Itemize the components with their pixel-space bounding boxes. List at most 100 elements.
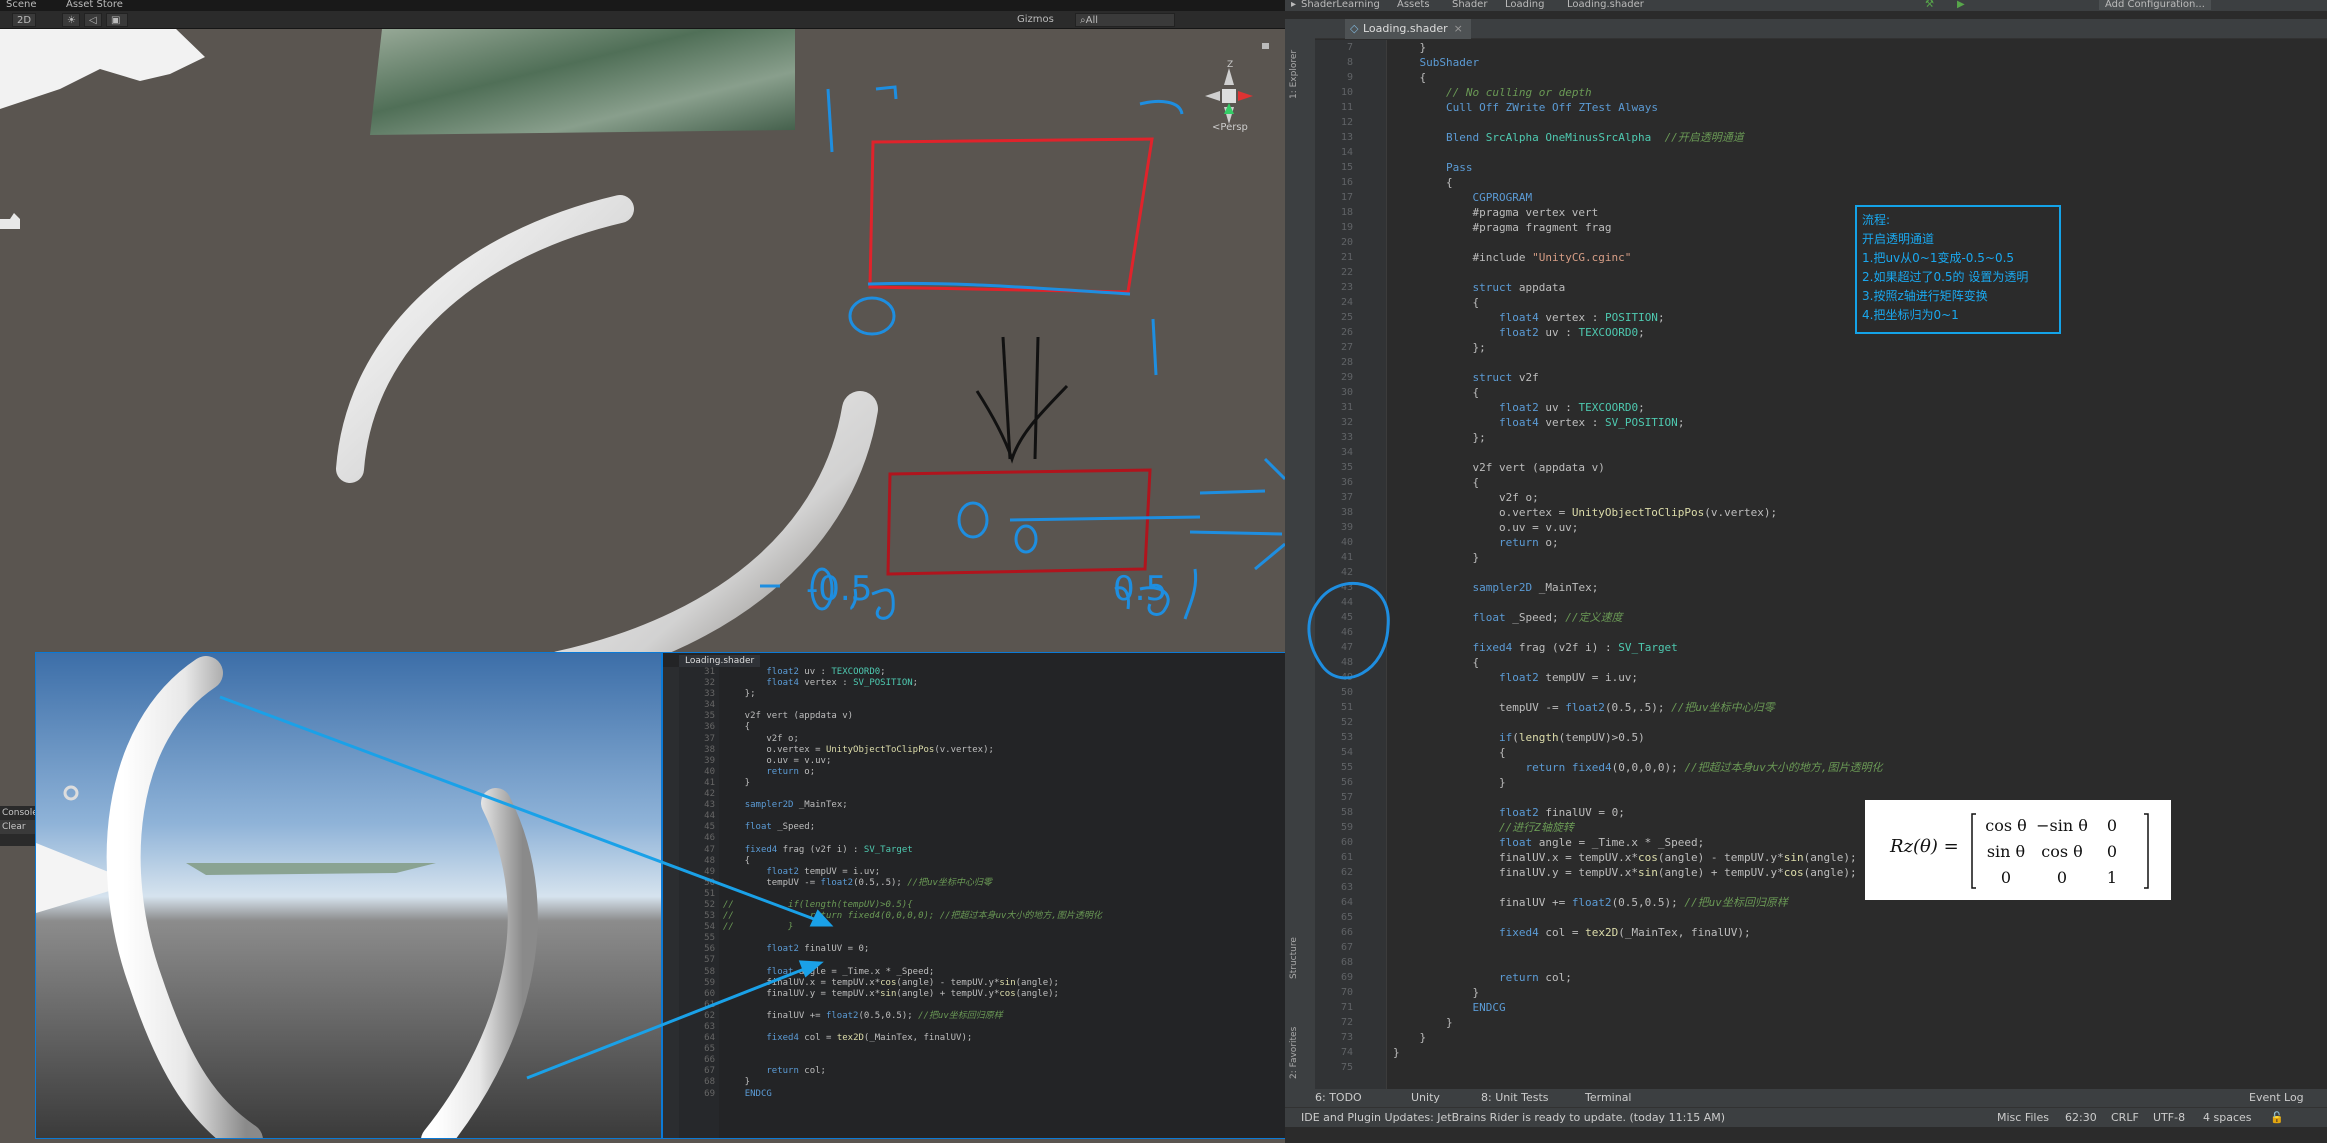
code-line[interactable] — [1393, 880, 2323, 895]
code-line[interactable]: Cull Off ZWrite Off ZTest Always — [1393, 100, 2323, 115]
terminal-tool-button[interactable]: Terminal — [1585, 1089, 1632, 1107]
code-line[interactable]: float angle = _Time.x * _Speed; — [1393, 835, 2323, 850]
breadcrumb-file[interactable]: Loading.shader — [1567, 0, 1644, 10]
code-line[interactable]: }; — [1393, 430, 2323, 445]
code-line[interactable]: { — [1393, 745, 2323, 760]
code-line[interactable] — [1393, 715, 2323, 730]
code-line[interactable]: float _Speed; //定义速度 — [1393, 610, 2323, 625]
favorites-tool-tab[interactable]: 2: Favorites — [1289, 1027, 1299, 1079]
code-line[interactable] — [1393, 145, 2323, 160]
status-caret-position[interactable]: 62:30 — [2065, 1108, 2097, 1128]
lock-icon[interactable] — [1262, 43, 1269, 49]
code-line[interactable]: v2f o; — [1393, 490, 2323, 505]
effects-dropdown-icon[interactable]: ▣ — [106, 13, 128, 27]
mini-code-text[interactable]: float2 uv : TEXCOORD0; float4 vertex : S… — [723, 667, 1102, 1100]
orientation-gizmo[interactable]: Z — [1205, 60, 1253, 124]
code-line[interactable]: { — [1393, 70, 2323, 85]
code-line[interactable] — [1393, 790, 2323, 805]
code-line[interactable]: Pass — [1393, 160, 2323, 175]
gizmos-dropdown[interactable]: Gizmos — [1013, 13, 1058, 27]
build-icon[interactable]: ⚒ — [1925, 0, 1934, 10]
code-editor[interactable]: } SubShader { // No culling or depth Cul… — [1393, 40, 2323, 1090]
code-line[interactable]: }; — [1393, 340, 2323, 355]
code-line[interactable]: ENDCG — [1393, 1000, 2323, 1015]
code-line[interactable]: { — [1393, 385, 2323, 400]
code-line[interactable]: tempUV -= float2(0.5,.5); //把uv坐标中心归零 — [1393, 700, 2323, 715]
code-line[interactable]: float2 tempUV = i.uv; — [1393, 670, 2323, 685]
explorer-tool-tab[interactable]: 1: Explorer — [1289, 50, 1299, 99]
code-line[interactable]: finalUV += float2(0.5,0.5); //把uv坐标回归原样 — [1393, 895, 2323, 910]
code-line[interactable] — [1393, 445, 2323, 460]
code-line[interactable]: { — [1393, 175, 2323, 190]
console-clear-button[interactable]: Clear — [0, 820, 36, 834]
code-line[interactable]: } — [1393, 550, 2323, 565]
breadcrumb-loading[interactable]: Loading — [1505, 0, 1544, 10]
breadcrumb-shader[interactable]: Shader — [1452, 0, 1487, 10]
code-line[interactable] — [1393, 910, 2323, 925]
tab-asset-store[interactable]: Asset Store — [60, 0, 129, 11]
run-icon[interactable]: ▶ — [1957, 0, 1965, 10]
code-line[interactable]: struct v2f — [1393, 370, 2323, 385]
status-message[interactable]: IDE and Plugin Updates: JetBrains Rider … — [1301, 1108, 1725, 1128]
code-line[interactable] — [1393, 355, 2323, 370]
code-line[interactable] — [1393, 1060, 2323, 1075]
todo-tool-button[interactable]: 6: TODO — [1315, 1089, 1362, 1107]
code-line[interactable]: finalUV.x = tempUV.x*cos(angle) - tempUV… — [1393, 850, 2323, 865]
code-line[interactable]: float2 uv : TEXCOORD0; — [1393, 400, 2323, 415]
code-line[interactable]: fixed4 frag (v2f i) : SV_Target — [1393, 640, 2323, 655]
status-misc-files[interactable]: Misc Files — [1997, 1108, 2049, 1128]
code-line[interactable]: } — [1393, 40, 2323, 55]
code-line[interactable]: finalUV.y = tempUV.x*sin(angle) + tempUV… — [1393, 865, 2323, 880]
status-encoding[interactable]: UTF-8 — [2153, 1108, 2185, 1128]
code-line[interactable] — [1393, 685, 2323, 700]
game-view[interactable] — [35, 652, 662, 1139]
lighting-toggle-icon[interactable]: ☀ — [62, 13, 80, 27]
breadcrumb-assets[interactable]: Assets — [1397, 0, 1430, 10]
structure-tool-tab[interactable]: Structure — [1289, 937, 1299, 979]
code-line[interactable]: float2 finalUV = 0; — [1393, 805, 2323, 820]
add-configuration-button[interactable]: Add Configuration... — [2099, 0, 2211, 10]
event-log-tool-button[interactable]: Event Log — [2249, 1089, 2304, 1107]
breadcrumb-project[interactable]: ShaderLearning — [1301, 0, 1380, 10]
code-line[interactable]: } — [1393, 1045, 2323, 1060]
code-line[interactable]: return o; — [1393, 535, 2323, 550]
code-line[interactable]: //进行Z轴旋转 — [1393, 820, 2323, 835]
code-line[interactable]: return col; — [1393, 970, 2323, 985]
code-line[interactable]: } — [1393, 1030, 2323, 1045]
code-line[interactable]: // No culling or depth — [1393, 85, 2323, 100]
close-tab-icon[interactable]: × — [1454, 22, 1463, 35]
code-line[interactable] — [1393, 955, 2323, 970]
code-line[interactable]: { — [1393, 655, 2323, 670]
code-line[interactable]: { — [1393, 475, 2323, 490]
tab-scene[interactable]: Scene — [0, 0, 43, 11]
code-line[interactable] — [1393, 115, 2323, 130]
code-line[interactable] — [1393, 625, 2323, 640]
scene-search-input[interactable]: ⌕All — [1075, 13, 1175, 27]
code-line[interactable]: SubShader — [1393, 55, 2323, 70]
code-line[interactable]: Blend SrcAlpha OneMinusSrcAlpha //开启透明通道 — [1393, 130, 2323, 145]
toggle-2d-button[interactable]: 2D — [12, 13, 37, 27]
code-line[interactable]: } — [1393, 1015, 2323, 1030]
code-line[interactable] — [1393, 565, 2323, 580]
status-indent[interactable]: 4 spaces — [2203, 1108, 2252, 1128]
code-line[interactable]: fixed4 col = tex2D(_MainTex, finalUV); — [1393, 925, 2323, 940]
code-line[interactable]: if(length(tempUV)>0.5) — [1393, 730, 2323, 745]
code-line[interactable]: } — [1393, 985, 2323, 1000]
unity-tool-button[interactable]: Unity — [1411, 1089, 1440, 1107]
projection-label[interactable]: <Persp — [1212, 122, 1248, 133]
code-line[interactable]: float4 vertex : SV_POSITION; — [1393, 415, 2323, 430]
code-line[interactable] — [1393, 940, 2323, 955]
mini-file-tab[interactable]: Loading.shader — [679, 655, 761, 667]
code-line[interactable]: v2f vert (appdata v) — [1393, 460, 2323, 475]
lock-icon[interactable]: 🔓 — [2270, 1108, 2284, 1128]
status-line-separator[interactable]: CRLF — [2111, 1108, 2139, 1128]
code-line[interactable]: CGPROGRAM — [1393, 190, 2323, 205]
console-tab[interactable]: Console — [0, 806, 38, 820]
mini-code-editor[interactable]: Loading.shader 31 32 33 34 35 36 37 38 3… — [662, 652, 1286, 1139]
code-line[interactable]: } — [1393, 775, 2323, 790]
unit-tests-tool-button[interactable]: 8: Unit Tests — [1481, 1089, 1548, 1107]
audio-toggle-icon[interactable]: ◁ — [84, 13, 102, 27]
code-line[interactable]: sampler2D _MainTex; — [1393, 580, 2323, 595]
code-line[interactable]: o.uv = v.uv; — [1393, 520, 2323, 535]
code-line[interactable] — [1393, 595, 2323, 610]
